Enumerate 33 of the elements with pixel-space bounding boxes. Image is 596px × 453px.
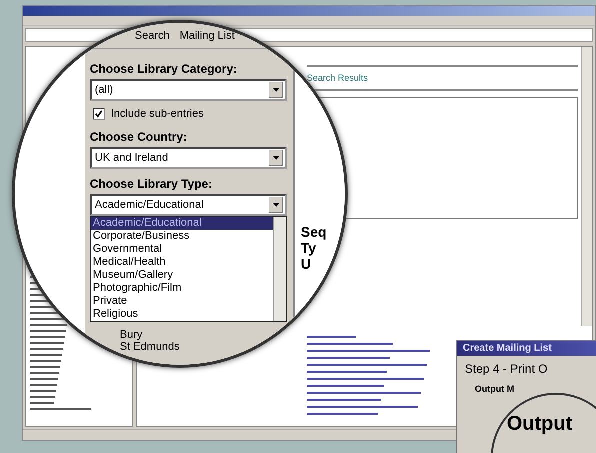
scrollbar[interactable] (581, 47, 592, 326)
dropdown-arrow-icon (272, 88, 280, 92)
menu-item[interactable]: Mailing List (180, 30, 235, 48)
dropdown-field[interactable]: Academic/Educational (90, 194, 287, 216)
location-text: St Edmunds (120, 341, 181, 353)
group-label: Output M (474, 383, 516, 394)
dropdown-arrow-icon (272, 156, 280, 160)
step-heading: Step 4 - Print O (464, 361, 549, 376)
location-text: Bury (120, 329, 144, 341)
dropdown-option[interactable]: Private (91, 295, 273, 308)
result-label: U (301, 256, 312, 272)
field-label: Choose Library Type: (90, 177, 214, 191)
result-label: Ty (301, 240, 318, 256)
results-heading: Search Results (307, 73, 370, 83)
field-label: Choose Country: (90, 130, 188, 144)
field-label: Choose Library Category: (90, 62, 238, 76)
group-label: Output (507, 413, 573, 435)
dropdown-option[interactable]: Governmental (91, 243, 273, 256)
result-label: Seq (301, 224, 328, 240)
dropdown-field[interactable]: UK and Ireland (90, 147, 287, 169)
dropdown-option[interactable]: Academic/Educational (91, 217, 273, 230)
dropdown-option[interactable]: Medical/Health (91, 256, 273, 269)
dialog-title-bar: Create Mailing List (457, 341, 596, 356)
menu-item[interactable]: Search (135, 30, 170, 48)
dropdown-arrow-icon (272, 203, 280, 207)
dropdown-option[interactable]: Religious (91, 308, 273, 321)
dropdown-field[interactable]: (all) (90, 79, 287, 101)
checkbox-label: Include sub-entries (111, 108, 204, 120)
scrollbar[interactable] (273, 217, 286, 321)
dropdown-option[interactable]: Museum/Gallery (91, 269, 273, 282)
dropdown-option[interactable]: Photographic/Film (91, 282, 273, 295)
checkbox[interactable] (93, 108, 105, 120)
dropdown-option[interactable]: Corporate/Business (91, 230, 273, 243)
